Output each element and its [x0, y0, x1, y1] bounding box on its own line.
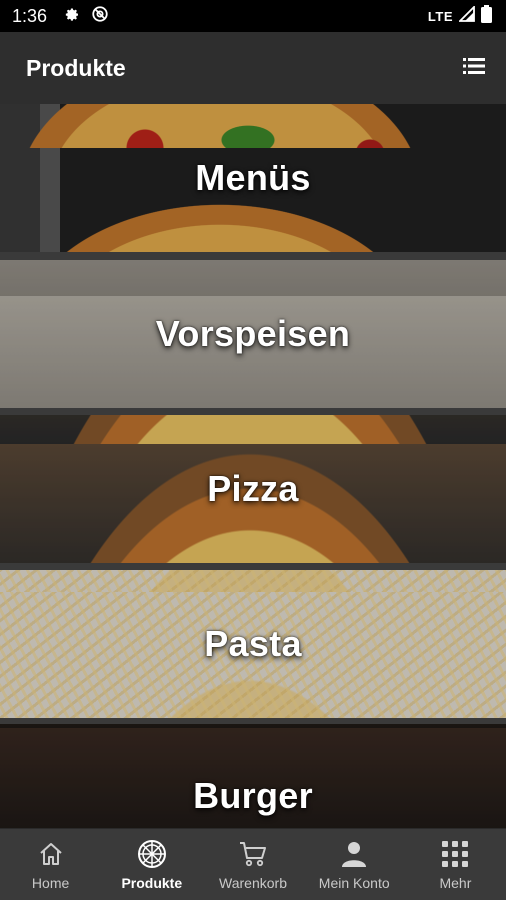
app-bar: Produkte	[0, 32, 506, 104]
nav-item-warenkorb[interactable]: Warenkorb	[202, 829, 303, 900]
network-type: LTE	[427, 8, 453, 24]
nav-item-home[interactable]: Home	[0, 829, 101, 900]
category-card-burger[interactable]: Burger	[0, 724, 506, 828]
category-label: Menüs	[195, 157, 311, 198]
list-view-button[interactable]	[460, 54, 488, 82]
list-icon	[463, 57, 485, 80]
status-right: LTE	[427, 4, 492, 28]
gear-icon	[63, 5, 81, 28]
pizza-icon	[137, 839, 167, 869]
category-label: Vorspeisen	[155, 313, 351, 354]
status-time: 1:36	[12, 5, 48, 26]
nav-item-mein-konto[interactable]: Mein Konto	[304, 829, 405, 900]
nav-label: Warenkorb	[219, 874, 287, 891]
nav-label: Mein Konto	[318, 874, 390, 891]
nav-item-mehr[interactable]: Mehr	[405, 829, 506, 900]
nav-label: Produkte	[121, 874, 183, 891]
nav-item-produkte[interactable]: Produkte	[101, 829, 202, 900]
nav-label: Mehr	[439, 874, 472, 891]
bottom-nav: Home Produkte Warenkorb Mein Konto Mehr	[0, 828, 506, 900]
status-bar: 1:36 LTE	[0, 0, 506, 32]
category-label: Pizza	[207, 468, 299, 509]
category-label: Burger	[193, 775, 313, 816]
nav-label: Home	[31, 874, 70, 891]
category-card-vorspeisen[interactable]: Vorspeisen	[0, 260, 506, 408]
category-card-pasta[interactable]: Pasta	[0, 570, 506, 718]
category-card-menus[interactable]: Menüs	[0, 104, 506, 252]
category-list[interactable]: Menüs Vorspeisen Pizza Pasta Burger	[0, 104, 506, 828]
person-icon	[339, 839, 369, 869]
category-label: Pasta	[204, 623, 302, 664]
at-icon	[91, 5, 109, 28]
signal-icon	[457, 4, 475, 27]
category-card-pizza[interactable]: Pizza	[0, 415, 506, 563]
home-icon	[36, 839, 66, 869]
status-icons-left	[63, 5, 109, 28]
grid-icon	[440, 839, 470, 869]
battery-icon	[481, 4, 492, 28]
page-title: Produkte	[26, 54, 126, 81]
cart-icon	[238, 839, 268, 869]
